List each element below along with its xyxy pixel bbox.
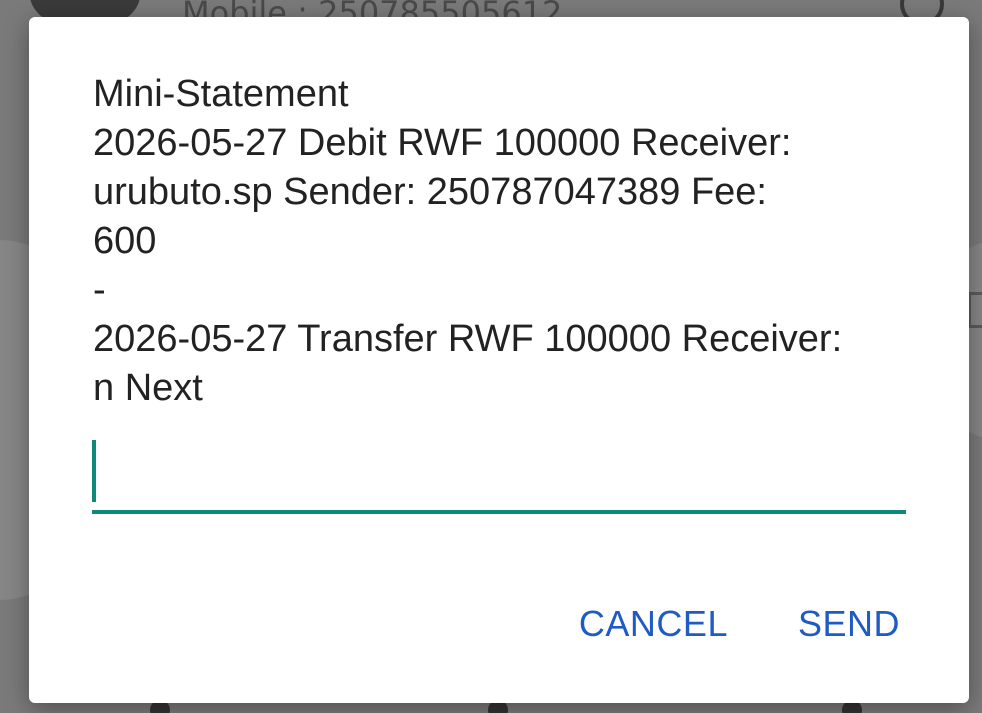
ussd-dialog: Mini-Statement 2026-05-27 Debit RWF 1000…: [29, 17, 969, 703]
mail-icon: [968, 292, 982, 328]
reply-input-container: [92, 438, 906, 514]
cancel-button[interactable]: CANCEL: [579, 603, 728, 645]
text-cursor: [92, 440, 96, 502]
reply-input[interactable]: [92, 438, 906, 514]
send-button[interactable]: SEND: [798, 603, 900, 645]
dialog-message: Mini-Statement 2026-05-27 Debit RWF 1000…: [93, 73, 843, 409]
dialog-actions: CANCEL SEND: [579, 603, 900, 645]
